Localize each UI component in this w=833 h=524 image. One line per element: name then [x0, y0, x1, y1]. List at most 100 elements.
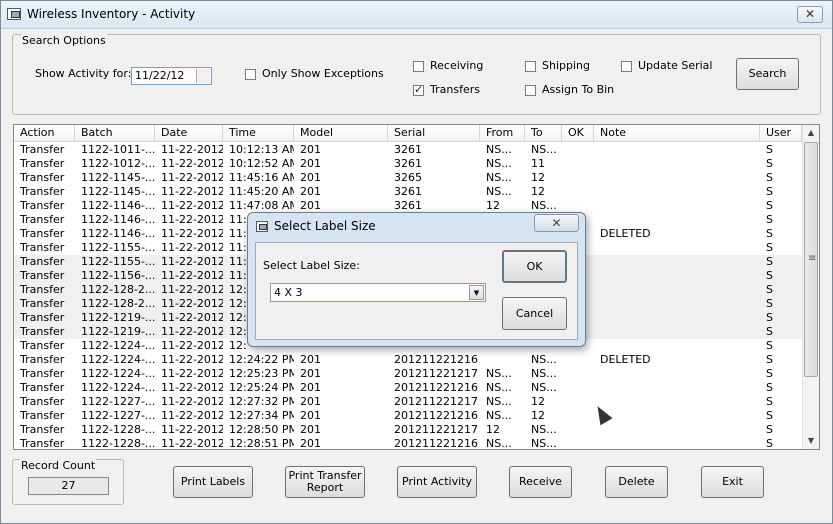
column-header-batch[interactable]: Batch	[75, 125, 155, 142]
only-exceptions-checkbox[interactable]	[245, 69, 256, 80]
cell-to: NS...	[531, 423, 557, 436]
column-header-to[interactable]: To	[525, 125, 562, 142]
show-activity-label: Show Activity for:	[35, 67, 132, 80]
table-row[interactable]: Transfer 1122-1228-... 11-22-2012 12:28:51 …	[14, 437, 802, 450]
ok-button[interactable]: OK	[502, 250, 567, 283]
table-row[interactable]: Transfer 1122-1012-... 11-22-2012 10:12:52 …	[14, 157, 802, 171]
table-row[interactable]: Transfer 1122-1145-... 11-22-2012 11:45:16 …	[14, 171, 802, 185]
receiving-checkbox[interactable]	[413, 61, 424, 72]
shipping-checkbox[interactable]	[525, 61, 536, 72]
cell-from: NS...	[486, 437, 512, 450]
cell-batch: 1122-1146-...	[81, 199, 155, 212]
cell-note: DELETED	[600, 353, 651, 366]
column-header-serial[interactable]: Serial	[388, 125, 480, 142]
cell-to: NS...	[531, 199, 557, 212]
chevron-down-icon[interactable]: ▼	[469, 285, 484, 300]
table-row[interactable]: Transfer 1122-1145-... 11-22-2012 11:45:20 …	[14, 185, 802, 199]
search-button[interactable]: Search	[736, 58, 799, 90]
cell-batch: 1122-1146-...	[81, 213, 155, 226]
table-row[interactable]: Transfer 1122-1224-... 11-22-2012 12:25:24 …	[14, 381, 802, 395]
column-header-ok[interactable]: OK	[562, 125, 594, 142]
cell-serial: 3261	[394, 143, 422, 156]
cell-date: 11-22-2012	[161, 241, 223, 254]
print-labels-button[interactable]: Print Labels	[173, 466, 253, 498]
cell-date: 11-22-2012	[161, 353, 223, 366]
cell-from: NS...	[486, 395, 512, 408]
cell-date: 11-22-2012	[161, 157, 223, 170]
cell-date: 11-22-2012	[161, 255, 223, 268]
cell-batch: 1122-128-2...	[81, 283, 155, 296]
table-row[interactable]: Transfer 1122-1228-... 11-22-2012 12:28:50 …	[14, 423, 802, 437]
cell-batch: 1122-1228-...	[81, 437, 155, 450]
cell-user: S	[766, 143, 773, 156]
assign-to-bin-checkbox[interactable]	[525, 85, 536, 96]
cell-action: Transfer	[20, 437, 65, 450]
cell-date: 11-22-2012	[161, 199, 223, 212]
column-header-time[interactable]: Time	[223, 125, 294, 142]
cell-user: S	[766, 269, 773, 282]
cell-model: 201	[300, 353, 321, 366]
cancel-button[interactable]: Cancel	[502, 297, 567, 330]
scroll-down-icon[interactable]: ▼	[803, 433, 819, 449]
cell-model: 201	[300, 367, 321, 380]
cell-user: S	[766, 311, 773, 324]
activity-window: Wireless Inventory - Activity ✕ Search O…	[0, 0, 833, 524]
cell-action: Transfer	[20, 185, 65, 198]
scroll-up-icon[interactable]: ▲	[803, 125, 819, 141]
column-header-from[interactable]: From	[480, 125, 525, 142]
table-row[interactable]: Transfer 1122-1224-... 11-22-2012 12:25:23 …	[14, 367, 802, 381]
title-bar: Wireless Inventory - Activity ✕	[1, 1, 832, 29]
cell-time: 11:45:20 AM	[229, 185, 294, 198]
cell-action: Transfer	[20, 409, 65, 422]
table-row[interactable]: Transfer 1122-1146-... 11-22-2012 11:47:08 …	[14, 199, 802, 213]
table-row[interactable]: Transfer 1122-1227-... 11-22-2012 12:27:32 …	[14, 395, 802, 409]
cell-action: Transfer	[20, 311, 65, 324]
cell-to: NS...	[531, 143, 557, 156]
cell-from: NS...	[486, 409, 512, 422]
cell-user: S	[766, 339, 773, 352]
assign-to-bin-label: Assign To Bin	[542, 83, 615, 96]
vertical-scrollbar[interactable]: ▲ ▼	[802, 125, 819, 449]
cell-action: Transfer	[20, 325, 65, 338]
table-row[interactable]: Transfer 1122-1227-... 11-22-2012 12:27:34 …	[14, 409, 802, 423]
cell-batch: 1122-1156-...	[81, 269, 155, 282]
label-size-select[interactable]: 4 X 3 ▼	[270, 283, 486, 302]
cell-model: 201	[300, 143, 321, 156]
table-row[interactable]: Transfer 1122-1011-... 11-22-2012 10:12:13 …	[14, 143, 802, 157]
cell-user: S	[766, 367, 773, 380]
cell-model: 201	[300, 185, 321, 198]
cell-serial: 3261	[394, 157, 422, 170]
update-serial-checkbox[interactable]	[621, 61, 632, 72]
column-header-date[interactable]: Date	[155, 125, 223, 142]
close-button[interactable]: ✕	[797, 6, 823, 23]
cell-to: NS...	[531, 353, 557, 366]
print-activity-button[interactable]: Print Activity	[397, 466, 477, 498]
cell-batch: 1122-1145-...	[81, 185, 155, 198]
scroll-thumb[interactable]	[804, 142, 818, 377]
cell-user: S	[766, 241, 773, 254]
column-header-note[interactable]: Note	[594, 125, 760, 142]
print-transfer-report-button[interactable]: Print Transfer Report	[285, 466, 365, 498]
label-size-value: 4 X 3	[274, 286, 303, 299]
delete-button[interactable]: Delete	[605, 466, 668, 498]
exit-button[interactable]: Exit	[701, 466, 764, 498]
dialog-close-button[interactable]: ✕	[534, 214, 579, 232]
cell-action: Transfer	[20, 199, 65, 212]
cell-serial: 3261	[394, 185, 422, 198]
column-header-action[interactable]: Action	[14, 125, 75, 142]
receive-button[interactable]: Receive	[509, 466, 572, 498]
cell-model: 201	[300, 171, 321, 184]
column-header-model[interactable]: Model	[294, 125, 388, 142]
cell-serial: 201211221217	[394, 423, 478, 436]
transfers-checkbox[interactable]	[413, 83, 424, 96]
cell-model: 201	[300, 395, 321, 408]
calendar-dropdown-icon[interactable]	[196, 69, 210, 83]
table-row[interactable]: Transfer 1122-1224-... 11-22-2012 12:24:22 …	[14, 353, 802, 367]
cell-batch: 1122-1228-...	[81, 423, 155, 436]
date-picker[interactable]: 11/22/12	[131, 67, 212, 85]
app-icon	[7, 8, 21, 20]
column-header-user[interactable]: User	[760, 125, 802, 142]
cell-date: 11-22-2012	[161, 381, 223, 394]
window-title: Wireless Inventory - Activity	[27, 7, 196, 21]
cell-user: S	[766, 185, 773, 198]
